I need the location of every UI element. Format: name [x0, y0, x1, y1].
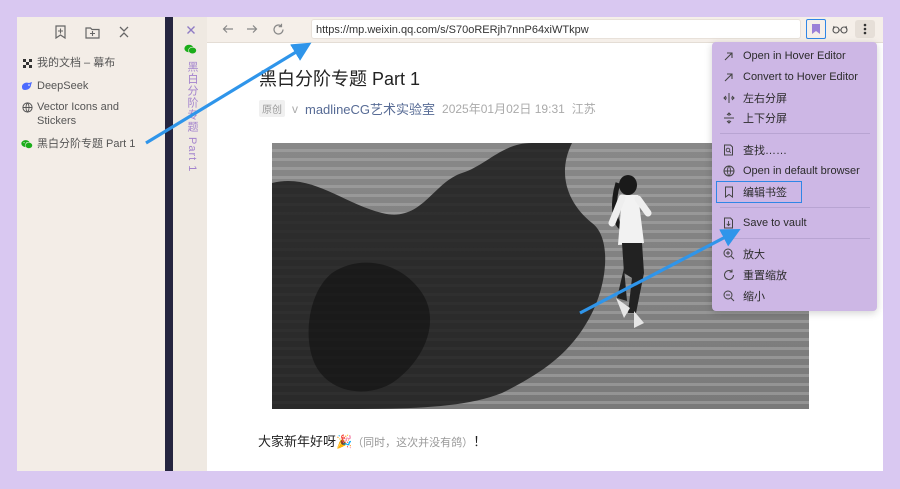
sidebar-item-deepseek[interactable]: DeepSeek: [21, 79, 88, 93]
menu-open-hover-editor[interactable]: Open in Hover Editor: [722, 47, 846, 65]
menu-convert-hover-editor[interactable]: Convert to Hover Editor: [722, 68, 858, 86]
wechat-icon: [184, 42, 197, 55]
save-file-icon: [722, 217, 735, 230]
deepseek-icon: [21, 80, 33, 92]
reset-zoom-icon: [722, 269, 735, 282]
menu-item-label: Save to vault: [743, 217, 807, 229]
greeting-note: （同时，这次并没有鸽）: [352, 437, 474, 449]
url-input[interactable]: https://mp.weixin.qq.com/s/S70oRERjh7nnP…: [311, 19, 801, 39]
menu-separator: [720, 133, 870, 134]
globe-icon: [722, 165, 735, 178]
menu-zoom-out[interactable]: 缩小: [722, 287, 765, 305]
greeting-text: 大家新年好呀🎉: [258, 434, 353, 449]
bookmark-button[interactable]: [806, 19, 826, 39]
split-vertical-icon: [722, 112, 735, 125]
forward-arrow-icon[interactable]: [244, 21, 260, 37]
browser-toolbar: https://mp.weixin.qq.com/s/S70oRERjh7nnP…: [207, 17, 883, 43]
more-options-icon[interactable]: [855, 20, 875, 38]
open-arrow-icon: [722, 50, 735, 63]
menu-separator: [720, 238, 870, 239]
menu-item-label: 左右分屏: [743, 93, 787, 105]
bookmark-sidebar: 我的文档 – 幕布 DeepSeek Vector Icons and Stic…: [17, 17, 165, 471]
menu-item-label: 缩小: [743, 291, 765, 303]
menu-split-vertical[interactable]: 上下分屏: [722, 109, 787, 127]
menu-edit-bookmark[interactable]: 编辑书签: [722, 183, 787, 201]
vertical-tab[interactable]: 黑白分阶专题 Part 1: [173, 17, 207, 471]
more-options-menu: Open in Hover Editor Convert to Hover Ed…: [712, 42, 877, 311]
sidebar-item-article[interactable]: 黑白分阶专题 Part 1: [21, 137, 135, 151]
collapse-all-icon[interactable]: [116, 24, 132, 40]
menu-item-label: 重置缩放: [743, 270, 787, 282]
sidebar-item-mubu[interactable]: 我的文档 – 幕布: [21, 56, 115, 70]
author-link[interactable]: madlineCG艺术实验室: [305, 99, 435, 118]
menu-find[interactable]: 查找……: [722, 141, 787, 159]
menu-zoom-in[interactable]: 放大: [722, 245, 765, 263]
zoom-in-icon: [722, 248, 735, 261]
article-title: 黑白分阶专题 Part 1: [259, 69, 421, 89]
sidebar-toolbar: [52, 24, 132, 40]
sidebar-item-label: DeepSeek: [37, 80, 89, 92]
convert-arrow-icon: [722, 71, 735, 84]
bookmark-icon: [722, 186, 735, 199]
menu-reset-zoom[interactable]: 重置缩放: [722, 266, 787, 284]
wechat-icon: [21, 138, 33, 150]
sidebar-item-vector-icons[interactable]: Vector Icons and Stickers: [21, 100, 137, 128]
globe-icon: [21, 101, 33, 113]
greeting-end: ！: [473, 434, 487, 449]
article-greeting: 大家新年好呀🎉（同时，这次并没有鸽）！: [258, 431, 486, 450]
sidebar-resize-handle[interactable]: [165, 17, 173, 471]
reload-icon[interactable]: [270, 21, 286, 37]
menu-item-label: 查找……: [743, 145, 787, 157]
search-doc-icon: [722, 144, 735, 157]
zoom-out-icon: [722, 290, 735, 303]
close-tab-icon[interactable]: [185, 23, 197, 35]
original-badge: 原创: [259, 100, 285, 117]
sidebar-item-label: Vector Icons and Stickers: [37, 101, 119, 127]
new-folder-icon[interactable]: [84, 24, 100, 40]
menu-separator: [720, 207, 870, 208]
menu-item-label: 放大: [743, 249, 765, 261]
menu-split-horizontal[interactable]: 左右分屏: [722, 89, 787, 107]
article-meta: 原创 v madlineCG艺术实验室 2025年01月02日 19:31 江苏: [259, 99, 596, 118]
menu-save-to-vault[interactable]: Save to vault: [722, 214, 807, 232]
menu-item-label: Open in Hover Editor: [743, 50, 846, 62]
back-arrow-icon[interactable]: [220, 21, 236, 37]
menu-item-label: Open in default browser: [743, 165, 860, 177]
split-horizontal-icon: [722, 92, 735, 105]
article-location: 江苏: [571, 102, 596, 116]
vertical-tab-label: 黑白分阶专题 Part 1: [186, 61, 198, 173]
article-v: v: [292, 101, 298, 116]
menu-open-default-browser[interactable]: Open in default browser: [722, 162, 860, 180]
reader-mode-icon[interactable]: [831, 21, 849, 37]
sidebar-item-label: 我的文档 – 幕布: [37, 57, 116, 69]
new-bookmark-icon[interactable]: [52, 24, 68, 40]
article-date: 2025年01月02日 19:31: [442, 102, 565, 116]
menu-item-label: 编辑书签: [743, 187, 787, 199]
menu-item-label: 上下分屏: [743, 113, 787, 125]
sidebar-item-label: 黑白分阶专题 Part 1: [37, 138, 136, 150]
menu-item-label: Convert to Hover Editor: [743, 71, 858, 83]
mubu-icon: [21, 57, 33, 69]
